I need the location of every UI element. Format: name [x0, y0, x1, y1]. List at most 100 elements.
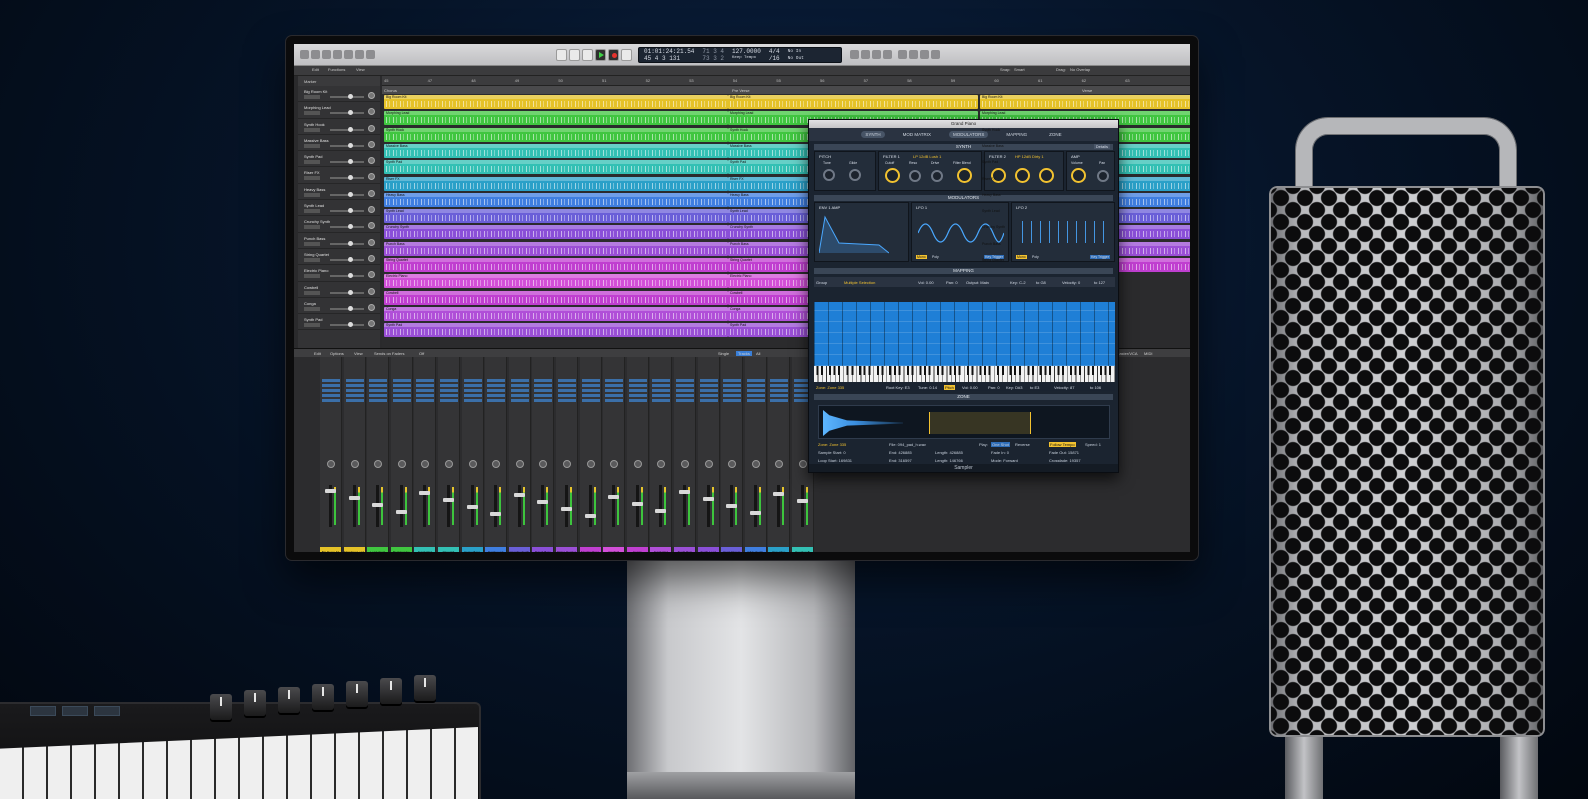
plugin-slot[interactable] — [628, 389, 647, 392]
channel-strip[interactable]: String Quartet — [556, 357, 578, 552]
editors-icon[interactable] — [366, 50, 375, 59]
track-volume-slider[interactable] — [330, 208, 364, 214]
track-volume-slider[interactable] — [330, 142, 364, 148]
record-button[interactable] — [608, 49, 619, 61]
plugin-slot[interactable] — [322, 379, 340, 382]
plugin-slot[interactable] — [416, 399, 435, 402]
plugin-slot[interactable] — [416, 384, 435, 387]
plugin-slot[interactable] — [770, 389, 789, 392]
forward-button[interactable] — [569, 49, 580, 61]
plugin-slot[interactable] — [322, 399, 340, 402]
track-header[interactable]: Riser FX — [298, 167, 380, 184]
plugin-slot[interactable] — [676, 394, 694, 397]
mixer-master-vca[interactable]: Master/VCA — [1116, 351, 1138, 356]
filter2-type[interactable]: HP 12dB Dirty 1 — [1015, 154, 1044, 159]
pan-knob[interactable] — [397, 460, 406, 468]
plugin-slot[interactable] — [510, 389, 529, 392]
track-pan-knob[interactable] — [368, 108, 375, 116]
rewind-button[interactable] — [556, 49, 567, 61]
track-header[interactable]: Cowbell — [298, 282, 380, 298]
plugin-slot[interactable] — [322, 389, 340, 392]
plugin-slot[interactable] — [581, 384, 600, 387]
multiple-selection[interactable]: Multiple Selection — [844, 280, 875, 285]
plugin-slot[interactable] — [581, 379, 600, 382]
count-in-icon[interactable] — [872, 50, 881, 59]
track-volume-slider[interactable] — [330, 273, 364, 279]
track-header[interactable]: Synth Pad — [298, 314, 380, 331]
audio-region[interactable]: Riser FX — [384, 176, 728, 191]
track-header[interactable]: Big Room Kit — [298, 86, 380, 103]
zone-waveform[interactable] — [818, 405, 1110, 439]
filter1-type[interactable]: LP 12dB Lush 1 — [913, 154, 941, 159]
audio-region[interactable]: Morphing Lead — [384, 111, 728, 126]
plugin-slot[interactable] — [699, 399, 718, 402]
plugin-slot[interactable] — [322, 394, 340, 397]
mute-solo-buttons[interactable] — [304, 306, 320, 311]
plugin-slot[interactable] — [746, 399, 765, 402]
volume-fader[interactable] — [419, 491, 431, 495]
track-pan-knob[interactable] — [368, 92, 375, 99]
cutoff-knob[interactable] — [885, 168, 900, 183]
pan-knob[interactable] — [515, 460, 524, 468]
plugin-slot[interactable] — [416, 379, 435, 382]
plugin-slot[interactable] — [676, 399, 694, 402]
tab-mod-matrix[interactable]: MOD MATRIX — [899, 131, 935, 138]
toolbar-icon[interactable] — [333, 50, 342, 59]
sample-length[interactable]: Length: 426885 — [935, 450, 963, 455]
plugin-slot[interactable] — [558, 399, 576, 402]
pan-knob[interactable] — [633, 460, 642, 468]
plugin-slot[interactable] — [581, 394, 600, 397]
volume-fader[interactable] — [631, 502, 643, 506]
plugin-slot[interactable] — [605, 379, 624, 382]
volume-fader[interactable] — [443, 498, 454, 502]
track-header[interactable]: Morphing Lead — [298, 102, 380, 119]
plugin-slot[interactable] — [628, 384, 647, 387]
plugin-slot[interactable] — [605, 399, 624, 402]
marker-chorus[interactable]: Chorus — [384, 88, 397, 93]
audio-region[interactable]: Big Room Kit — [980, 95, 1190, 109]
volume-fader[interactable] — [749, 511, 761, 515]
track-pan-knob[interactable] — [368, 124, 375, 132]
plugin-slot[interactable] — [369, 394, 388, 397]
loop-end[interactable]: End: 316597 — [889, 458, 912, 463]
plugin-slot[interactable] — [652, 389, 671, 392]
plugin-slot[interactable] — [463, 379, 482, 382]
track-pan-knob[interactable] — [368, 173, 375, 181]
channel-strip[interactable]: Synth Lead — [485, 357, 508, 552]
zone-key-range[interactable]: Key: D#3 — [1006, 385, 1022, 390]
volume-fader[interactable] — [608, 495, 620, 499]
plugin-slot[interactable] — [392, 394, 411, 397]
speed-value[interactable]: Speed: 1 — [1085, 442, 1101, 447]
zone-pan[interactable]: Pan: 0 — [988, 385, 1000, 390]
audio-region[interactable]: Cowbell — [384, 290, 728, 305]
loop-region[interactable] — [929, 412, 1031, 434]
track-volume-slider[interactable] — [330, 94, 364, 99]
plugin-slot[interactable] — [699, 379, 718, 382]
pan-knob[interactable] — [799, 460, 807, 468]
plugin-slot[interactable] — [723, 384, 742, 387]
mapping-output[interactable]: Output: Main — [966, 280, 989, 285]
plugin-slot[interactable] — [510, 379, 529, 382]
cycle-button[interactable] — [621, 49, 632, 61]
reverse-button[interactable]: Reverse — [1015, 442, 1030, 447]
pan-knob[interactable] — [704, 460, 713, 468]
audio-region[interactable]: Big Room Kit — [728, 95, 978, 109]
loop-mode[interactable]: Mode: Forward — [991, 458, 1018, 463]
plugin-slot[interactable] — [605, 384, 624, 387]
volume-fader[interactable] — [679, 490, 690, 494]
lfo2-poly[interactable]: Poly — [1032, 255, 1039, 259]
audio-region[interactable]: String Quartet — [384, 258, 728, 272]
channel-strip[interactable]: Morphing Lead — [343, 357, 366, 552]
plugin-slot[interactable] — [345, 394, 364, 397]
channel-strip[interactable]: Big Room Kit — [320, 357, 342, 552]
mute-solo-buttons[interactable] — [304, 127, 320, 132]
loop-length[interactable]: Length: 146766 — [935, 458, 963, 463]
pan-knob[interactable] — [468, 460, 477, 468]
mixer-icon[interactable] — [355, 50, 364, 59]
track-header[interactable]: Heavy Bass — [298, 184, 380, 201]
mute-solo-buttons[interactable] — [304, 143, 320, 148]
volume-knob[interactable] — [1071, 168, 1086, 183]
plugin-slot[interactable] — [463, 399, 482, 402]
filter1-label[interactable]: FILTER 1 — [883, 154, 900, 159]
pan-knob[interactable] — [350, 460, 359, 468]
